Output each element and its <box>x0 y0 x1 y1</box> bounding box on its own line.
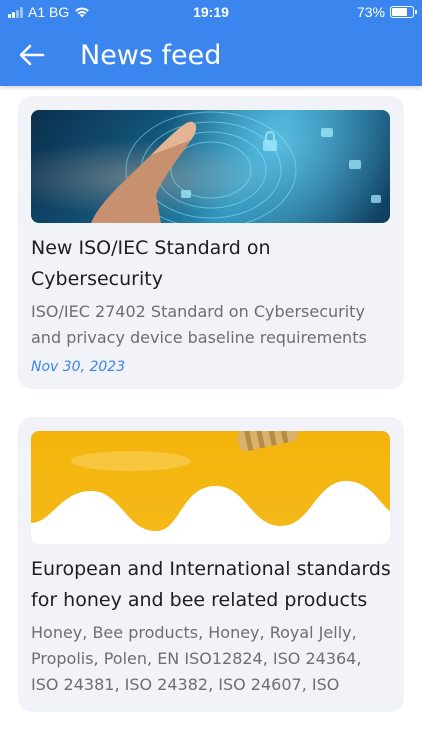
news-title: New ISO/IEC Standard on Cybersecurity <box>31 237 271 290</box>
status-bar: A1 BG 19:19 73% <box>0 0 422 24</box>
news-list[interactable]: New ISO/IEC Standard on Cybersecurity IS… <box>0 86 422 750</box>
battery-fill <box>392 8 407 16</box>
back-button[interactable] <box>0 24 64 86</box>
news-description: Honey, Bee products, Honey, Royal Jelly,… <box>31 623 362 694</box>
news-image <box>31 110 390 223</box>
news-description: ISO/IEC 27402 Standard on Cybersecurity … <box>31 302 367 347</box>
battery-icon <box>390 6 417 18</box>
honey-illustration <box>31 431 390 544</box>
news-date: Nov 30, 2023 <box>31 359 126 375</box>
page-title: News feed <box>80 39 222 71</box>
arrow-left-icon <box>19 44 45 66</box>
news-image <box>31 431 390 544</box>
news-title: European and International standards for… <box>31 558 391 611</box>
app-bar: News feed <box>0 24 422 86</box>
news-card[interactable]: European and International standards for… <box>18 417 404 712</box>
news-card[interactable]: New ISO/IEC Standard on Cybersecurity IS… <box>18 96 404 389</box>
status-right: 73% <box>356 4 417 20</box>
cybersecurity-illustration <box>91 111 381 223</box>
battery-percent: 73% <box>356 4 385 20</box>
